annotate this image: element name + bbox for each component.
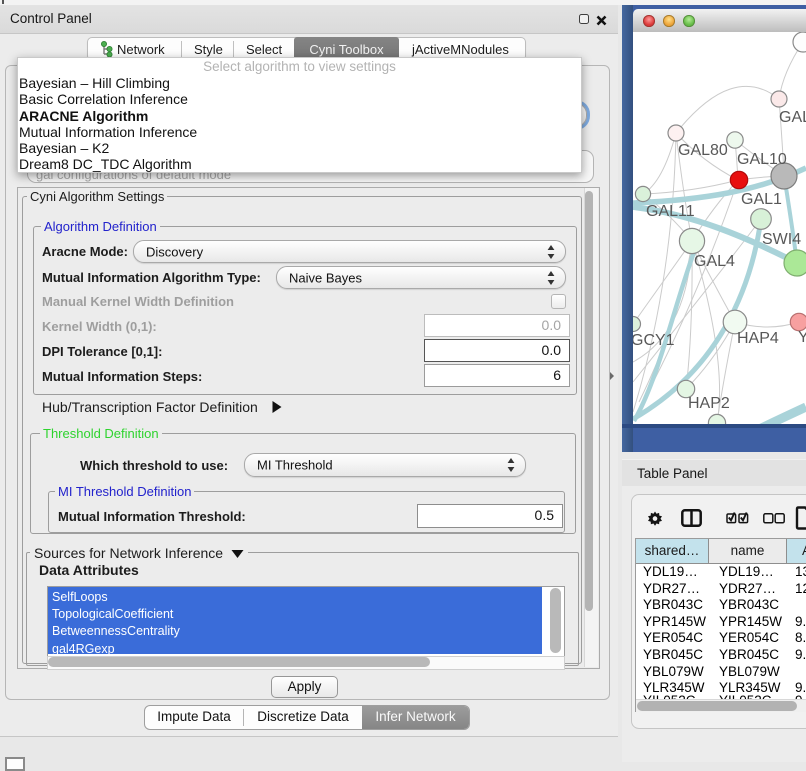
svg-text:GAL11: GAL11: [646, 203, 695, 220]
svg-text:HAP4: HAP4: [737, 330, 779, 347]
svg-text:YM: YM: [798, 329, 806, 346]
svg-text:GAL1: GAL1: [741, 191, 782, 208]
svg-text:GCY1: GCY1: [633, 332, 675, 349]
svg-text:SWI4: SWI4: [762, 231, 801, 248]
svg-text:GAL10: GAL10: [737, 151, 787, 168]
svg-text:GAL4: GAL4: [694, 253, 735, 270]
svg-text:HAP2: HAP2: [688, 395, 730, 412]
svg-text:GAL7: GAL7: [779, 109, 806, 126]
svg-text:GAL80: GAL80: [678, 142, 728, 159]
